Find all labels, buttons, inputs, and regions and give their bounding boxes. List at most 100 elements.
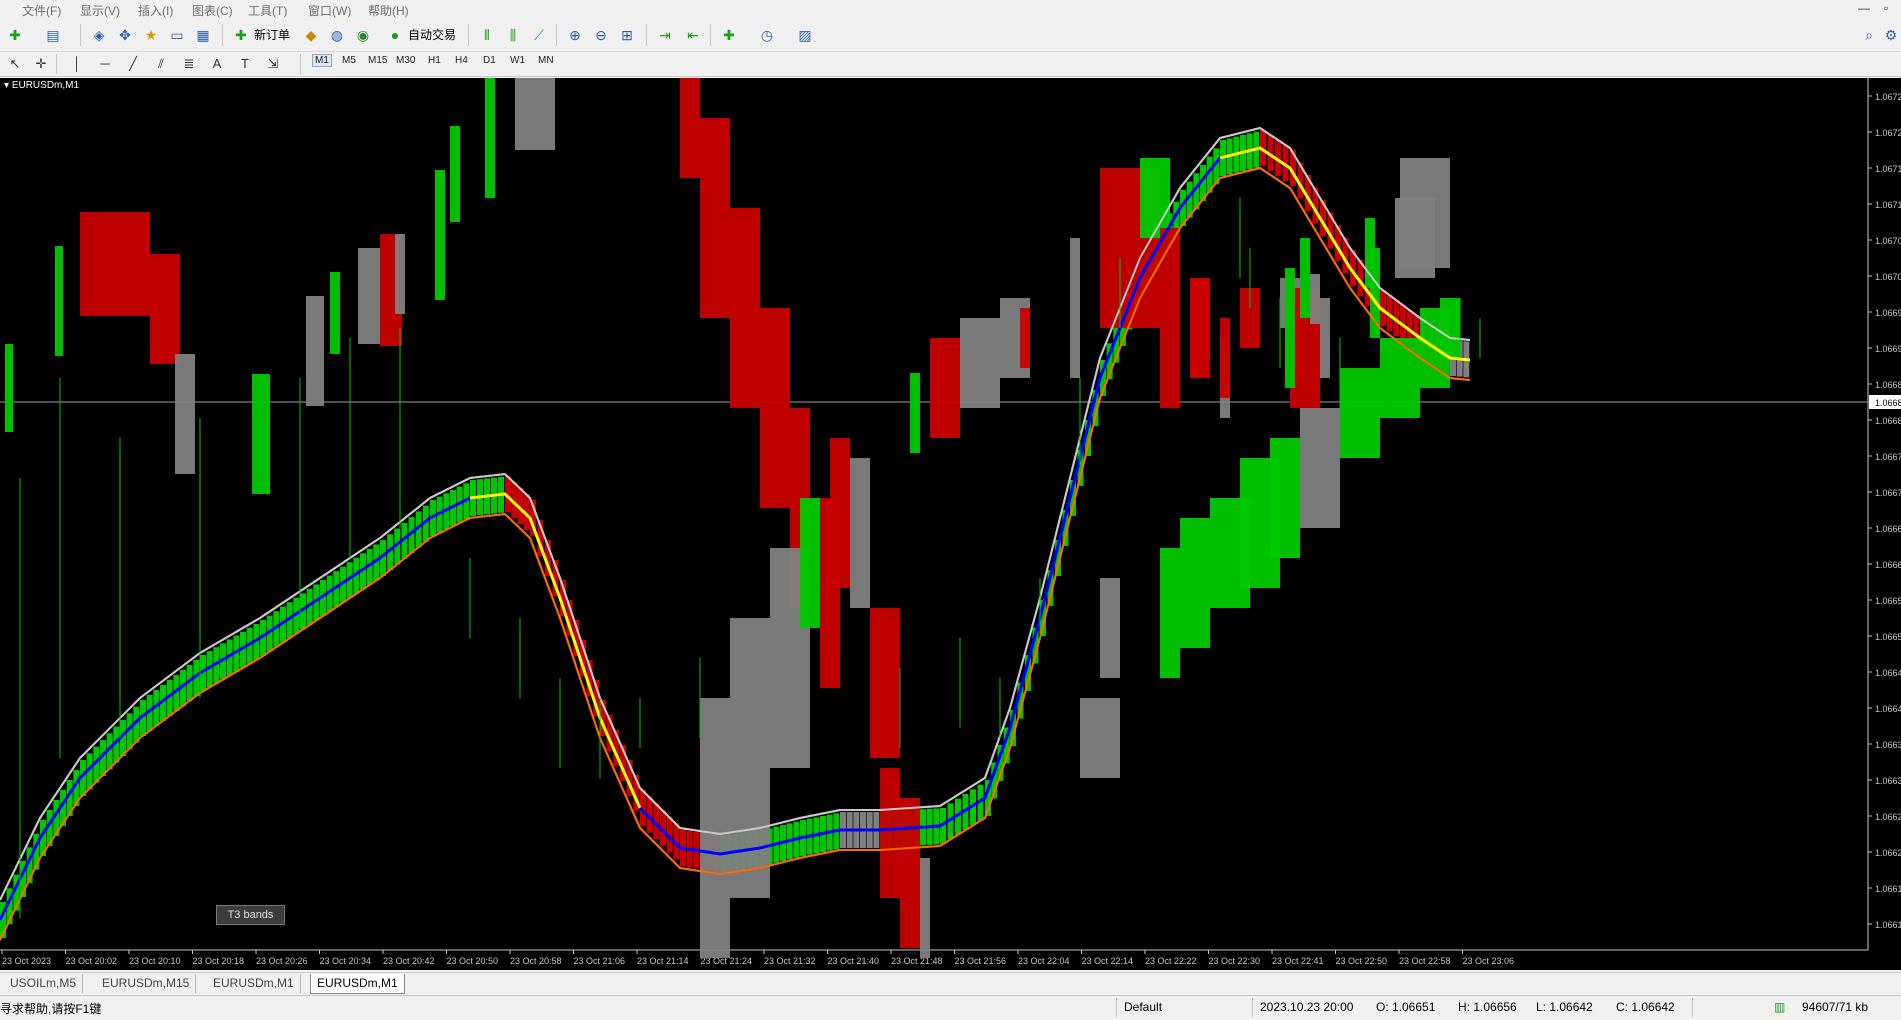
strategy-tester-icon[interactable]: ▦ (192, 24, 214, 46)
timeframe-m30[interactable]: M30 (396, 55, 415, 66)
tab-usoilm-m5[interactable]: USOILm,M5 (4, 974, 84, 993)
status-high: H: 1.06656 (1458, 1000, 1517, 1014)
market-icon[interactable]: ◍ (326, 24, 348, 46)
histogram-bar (450, 126, 460, 222)
histogram-bar (900, 798, 920, 948)
timeframe-d1[interactable]: D1 (483, 55, 496, 66)
signals-icon[interactable]: ◉ (352, 24, 374, 46)
chart-tabs: USOILm,M5 EURUSDm,M15 EURUSDm,M1 EURUSDm… (0, 972, 1901, 995)
histogram-bar (1220, 318, 1230, 398)
histogram-bar (1320, 298, 1330, 378)
time-label: 23 Oct 21:56 (955, 956, 1007, 966)
histogram-bar (306, 296, 324, 406)
timeframe-h4[interactable]: H4 (455, 55, 468, 66)
histogram-bar (485, 78, 495, 198)
tab-eurusdm-m1-a[interactable]: EURUSDm,M1 (207, 974, 301, 993)
histogram-bar (920, 858, 930, 958)
t3-bands-button[interactable]: T3 bands (216, 905, 285, 925)
histogram-bar (358, 248, 380, 344)
line-chart-icon[interactable]: ⟋ (528, 24, 550, 46)
timeframe-mn[interactable]: MN (538, 55, 554, 66)
equidistant-channel-icon[interactable]: ⫽ (150, 53, 172, 75)
histogram-bar (870, 608, 900, 758)
data-window-icon[interactable]: ✥ (114, 24, 136, 46)
new-order-button[interactable]: 新订单 (250, 24, 294, 46)
timeframe-m15[interactable]: M15 (368, 55, 387, 66)
fibonacci-icon[interactable]: ≣ (178, 53, 200, 75)
indicators-icon[interactable]: ✚ (718, 24, 740, 46)
settings-icon[interactable]: ⚙ (1880, 24, 1901, 46)
time-label: 23 Oct 20:58 (510, 956, 562, 966)
price-chart[interactable]: 1.06725 1.06720 1.06715 1.06710 1.06705 1.067… (0, 78, 1901, 970)
metaeditor-icon[interactable]: ◆ (300, 24, 322, 46)
menu-insert[interactable]: 插入(I) (138, 2, 173, 19)
standard-toolbar: ✚ ▤ ◈ ✥ ★ ▭ ▦ ✚ 新订单 ◆ ◍ ◉ ● 自动交易 ⫴ ⫼ ⟋ ⊕… (0, 20, 1901, 52)
periods-icon[interactable]: ◷ (756, 24, 778, 46)
timeframe-h1[interactable]: H1 (428, 55, 441, 66)
text-label-icon[interactable]: T (234, 53, 256, 75)
time-label: 23 Oct 20:02 (66, 956, 118, 966)
histogram-bar (80, 212, 150, 316)
current-price-label: 1.06685 (1875, 398, 1901, 408)
histogram-bar (1300, 408, 1340, 528)
templates-icon[interactable]: ▨ (794, 24, 816, 46)
menu-chart[interactable]: 图表(C) (192, 2, 233, 19)
timeframe-m1[interactable]: M1 (312, 54, 332, 67)
market-watch-icon[interactable]: ◈ (88, 24, 110, 46)
price-label: 1.06695 (1875, 308, 1901, 318)
trendline-icon[interactable]: ╱ (122, 53, 144, 75)
menu-file[interactable]: 文件(F) (22, 2, 61, 19)
price-label: 1.06665 (1875, 524, 1901, 534)
zoom-in-icon[interactable]: ⊕ (564, 24, 586, 46)
time-label: 23 Oct 22:30 (1209, 956, 1261, 966)
vertical-line-icon[interactable]: │ (66, 53, 88, 75)
minimize-button[interactable]: — (1858, 1, 1870, 15)
restore-button[interactable]: ▫ (1884, 1, 1888, 15)
bar-chart-icon[interactable]: ⫴ (476, 24, 498, 46)
menu-bar: 文件(F) 显示(V) 插入(I) 图表(C) 工具(T) 窗口(W) 帮助(H… (0, 0, 1901, 20)
time-label: 23 Oct 20:42 (383, 956, 435, 966)
menu-window[interactable]: 窗口(W) (308, 2, 351, 19)
search-icon[interactable]: ⌕ (1858, 24, 1880, 46)
horizontal-line-icon[interactable]: ─ (94, 53, 116, 75)
candlestick-icon[interactable]: ⫼ (502, 24, 524, 46)
price-label: 1.06670 (1875, 488, 1901, 498)
histogram-bar (1300, 238, 1310, 318)
arrows-icon[interactable]: ⇲ (262, 53, 284, 75)
menu-tools[interactable]: 工具(T) (248, 2, 287, 19)
price-label: 1.06715 (1875, 164, 1901, 174)
tab-eurusdm-m15[interactable]: EURUSDm,M15 (96, 974, 197, 993)
histogram-bar (730, 618, 770, 898)
terminal-icon[interactable]: ▭ (166, 24, 188, 46)
text-icon[interactable]: A (206, 53, 228, 75)
histogram-bar (1310, 274, 1320, 324)
histogram-bar (1270, 438, 1300, 558)
navigator-icon[interactable]: ★ (140, 24, 162, 46)
tab-eurusdm-m1-b[interactable]: EURUSDm,M1 (310, 974, 405, 994)
new-chart-icon[interactable]: ✚ (4, 24, 26, 46)
menu-help[interactable]: 帮助(H) (368, 2, 409, 19)
cursor-icon[interactable]: ↖ (4, 53, 26, 75)
price-label: 1.06675 (1875, 452, 1901, 462)
auto-trading-button[interactable]: 自动交易 (404, 24, 460, 46)
timeframe-w1[interactable]: W1 (510, 55, 525, 66)
tile-windows-icon[interactable]: ⊞ (616, 24, 638, 46)
time-label: 23 Oct 21:14 (637, 956, 689, 966)
time-label: 23 Oct 21:40 (828, 956, 880, 966)
crosshair-icon[interactable]: ✛ (30, 53, 52, 75)
price-label: 1.06610 (1875, 920, 1901, 930)
menu-view[interactable]: 显示(V) (80, 2, 120, 19)
chart-window[interactable]: 1.06725 1.06720 1.06715 1.06710 1.06705 1.067… (0, 78, 1901, 970)
zoom-out-icon[interactable]: ⊖ (590, 24, 612, 46)
histogram-bar (1440, 298, 1460, 358)
histogram-bar (760, 308, 790, 508)
profiles-icon[interactable]: ▤ (42, 24, 64, 46)
new-order-icon[interactable]: ✚ (230, 24, 252, 46)
autoscroll-icon[interactable]: ⇤ (682, 24, 704, 46)
chart-shift-icon[interactable]: ⇥ (654, 24, 676, 46)
histogram-bar (252, 374, 270, 494)
histogram-bar (5, 344, 13, 432)
timeframe-m5[interactable]: M5 (342, 55, 356, 66)
auto-trading-icon[interactable]: ● (384, 24, 406, 46)
histogram-bar (730, 208, 760, 408)
